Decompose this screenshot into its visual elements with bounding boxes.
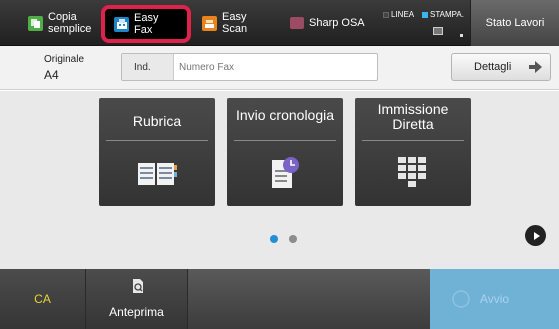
fax-icon [114,16,129,32]
original-label: Originale [44,54,85,65]
direct-entry-label-1: Immissione [377,101,449,117]
tab-copy-label-1: Copia [48,11,77,23]
clear-all-button[interactable]: CA [0,269,86,329]
tab-osa-label: Sharp OSA [309,17,365,29]
details-button[interactable]: Dettagli [451,53,551,81]
start-label: Avvio [479,292,510,306]
address-field: Ind. [121,53,378,81]
keypad-icon [394,156,432,195]
tab-fax-label-2: Fax [134,24,153,36]
arrow-right-icon [529,61,542,73]
send-history-icon [270,156,300,195]
bottom-bar: CA Anteprima Avvio [0,269,559,329]
main-area: Rubrica Invio cronologia Immissione Dire… [0,91,559,269]
next-page-button[interactable] [525,225,546,246]
tab-fax-label-1: Easy [134,12,159,24]
tab-copy-label-2: semplice [48,23,92,35]
start-icon [452,290,470,308]
address-book-label: Rubrica [132,113,182,129]
page-indicator-active[interactable] [270,235,278,243]
address-book-icon [137,162,177,191]
tab-scan-label-2: Scan [222,23,248,35]
tab-sharp-osa[interactable]: Sharp OSA [290,0,365,46]
start-button[interactable]: Avvio [430,269,559,329]
osa-icon [290,17,304,29]
direct-entry-label-2: Diretta [392,116,434,132]
tab-easy-fax[interactable]: Easy Fax [101,5,191,43]
more-indicator-icon [460,34,463,37]
job-status-button[interactable]: Stato Lavori [470,0,559,46]
address-prefix-label: Ind. [122,54,174,80]
fax-number-input[interactable] [175,54,377,80]
page-indicator-inactive[interactable] [289,235,297,243]
tab-easy-copy[interactable]: Copia semplice [28,0,91,46]
details-label: Dettagli [474,61,512,73]
tab-scan-label-1: Easy [222,11,247,23]
preview-button[interactable]: Anteprima [86,269,188,329]
send-history-tile[interactable]: Invio cronologia [227,98,343,206]
info-row: Originale A4 Ind. Dettagli [0,46,559,90]
print-status-indicator: STAMPA. [422,10,464,19]
original-size-value[interactable]: A4 [44,68,59,82]
line-status-indicator: LINEA [383,10,414,19]
address-book-tile[interactable]: Rubrica [99,98,215,206]
preview-icon [133,279,143,293]
tab-easy-scan[interactable]: Easy Scan [202,0,247,46]
top-bar: Copia semplice Easy Fax Easy Scan Sharp … [0,0,559,46]
copy-icon [28,15,43,31]
device-status-icon [433,27,443,35]
preview-label: Anteprima [109,305,164,319]
direct-entry-tile[interactable]: Immissione Diretta [355,98,471,206]
send-history-label: Invio cronologia [235,107,335,123]
scan-icon [202,15,217,31]
